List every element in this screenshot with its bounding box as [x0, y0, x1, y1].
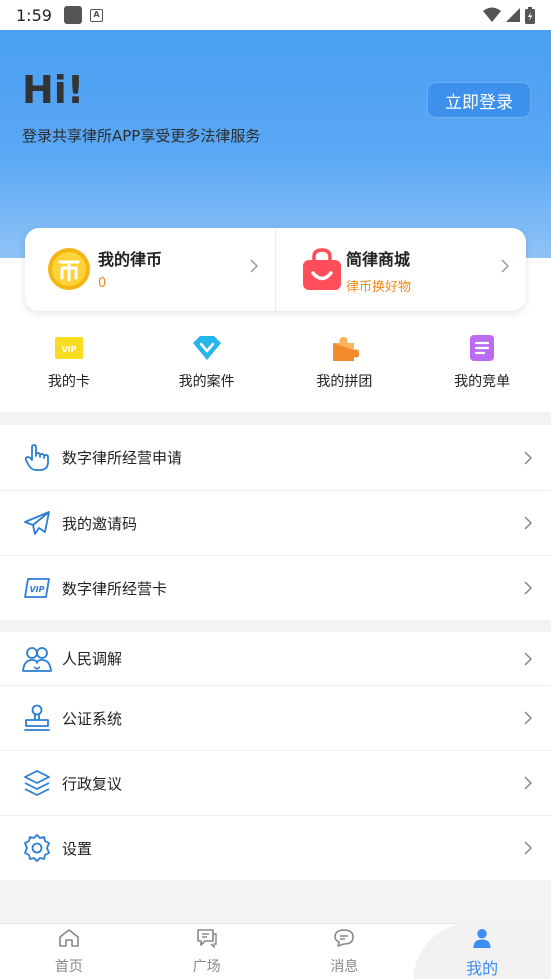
diamond-icon — [192, 333, 222, 363]
login-button[interactable]: 立即登录 — [427, 82, 531, 118]
notification-icon — [63, 6, 82, 24]
puzzle-icon — [329, 333, 360, 363]
svg-text:VIP: VIP — [61, 345, 76, 354]
quick-label: 我的卡 — [47, 374, 90, 390]
document-icon — [467, 333, 497, 363]
chevron-right-icon — [524, 516, 533, 530]
quick-label: 我的案件 — [178, 374, 235, 390]
mall-card[interactable]: 简律商城 律币换好物 — [275, 228, 526, 311]
vip-card-icon: VIP — [54, 333, 84, 363]
stamp-icon — [22, 703, 52, 733]
user-icon — [473, 928, 491, 949]
signal-icon — [506, 8, 520, 22]
quick-group-buy[interactable]: 我的拼团 — [276, 333, 414, 399]
coin-balance: 0 — [98, 276, 107, 291]
quick-my-cases[interactable]: 我的案件 — [138, 333, 276, 399]
tab-label: 广场 — [192, 959, 221, 975]
menu-label: 公证系统 — [62, 709, 123, 728]
layers-icon — [22, 768, 52, 798]
wallet-cards: 我的律币 0 简律商城 律币换好物 — [25, 228, 526, 311]
tab-messages[interactable]: 消息 — [276, 924, 414, 979]
chevron-right-icon — [250, 259, 259, 273]
tab-label: 首页 — [54, 959, 83, 975]
chevron-right-icon — [524, 841, 533, 855]
coin-card-title: 我的律币 — [98, 250, 163, 269]
app-notification-icon: A — [89, 8, 103, 22]
chevron-right-icon — [524, 776, 533, 790]
people-icon — [22, 644, 52, 674]
coin-icon — [48, 248, 90, 290]
hand-pointer-icon — [22, 443, 52, 473]
menu-label: 我的邀请码 — [62, 514, 138, 533]
vip-icon: VIP — [22, 573, 52, 603]
menu-label: 数字律所经营申请 — [62, 449, 183, 467]
chevron-right-icon — [524, 711, 533, 725]
menu-group-services: 人民调解 公证系统 行政复议 设置 — [0, 632, 551, 880]
shopping-bag-icon — [303, 248, 341, 290]
menu-label: 设置 — [62, 839, 93, 858]
home-icon — [59, 929, 79, 947]
gear-icon — [22, 833, 52, 863]
mall-card-title: 简律商城 — [346, 250, 411, 269]
status-time: 1:59 — [16, 5, 52, 25]
quick-label: 我的拼团 — [316, 374, 373, 390]
paper-plane-icon — [22, 508, 52, 538]
coin-card[interactable]: 我的律币 0 — [25, 228, 275, 311]
status-indicators — [483, 6, 535, 24]
svg-text:VIP: VIP — [29, 585, 44, 594]
tab-square[interactable]: 广场 — [138, 924, 276, 979]
tab-home[interactable]: 首页 — [0, 924, 138, 979]
message-icon — [334, 929, 355, 947]
menu-label: 行政复议 — [62, 774, 123, 793]
battery-icon — [525, 6, 535, 24]
menu-item-settings[interactable]: 设置 — [0, 815, 551, 880]
profile-header: Hi! 登录共享律所APP享受更多法律服务 立即登录 — [0, 30, 551, 258]
bottom-tab-bar: 首页 广场 消息 我的 — [0, 922, 551, 979]
chevron-right-icon — [524, 651, 533, 666]
tab-label: 我的 — [466, 959, 499, 978]
menu-item-firm-application[interactable]: 数字律所经营申请 — [0, 425, 551, 490]
chat-square-icon — [196, 929, 217, 948]
menu-group-business: 数字律所经营申请 我的邀请码 VIP 数字律所经营卡 — [0, 425, 551, 620]
quick-actions: VIP 我的卡 我的案件 我的拼团 我的竞单 — [0, 333, 551, 399]
greeting-title: Hi! — [22, 68, 85, 112]
menu-item-firm-card[interactable]: VIP 数字律所经营卡 — [0, 555, 551, 620]
chevron-right-icon — [524, 450, 533, 465]
menu-label: 数字律所经营卡 — [62, 579, 168, 598]
status-bar: 1:59 A — [0, 0, 551, 30]
quick-label: 我的竞单 — [454, 374, 511, 390]
wifi-icon — [483, 7, 501, 22]
menu-item-mediation[interactable]: 人民调解 — [0, 632, 551, 685]
chevron-right-icon — [524, 581, 533, 595]
menu-item-invite-code[interactable]: 我的邀请码 — [0, 490, 551, 555]
menu-label: 人民调解 — [62, 650, 123, 668]
login-prompt: 登录共享律所APP享受更多法律服务 — [22, 127, 261, 145]
tab-mine[interactable]: 我的 — [413, 922, 551, 979]
menu-item-notary[interactable]: 公证系统 — [0, 685, 551, 750]
quick-my-bids[interactable]: 我的竞单 — [413, 333, 551, 399]
menu-item-admin-review[interactable]: 行政复议 — [0, 750, 551, 815]
quick-my-card[interactable]: VIP 我的卡 — [0, 333, 138, 399]
chevron-right-icon — [501, 259, 510, 273]
tab-label: 消息 — [330, 959, 359, 975]
mall-subtitle: 律币换好物 — [346, 280, 412, 295]
